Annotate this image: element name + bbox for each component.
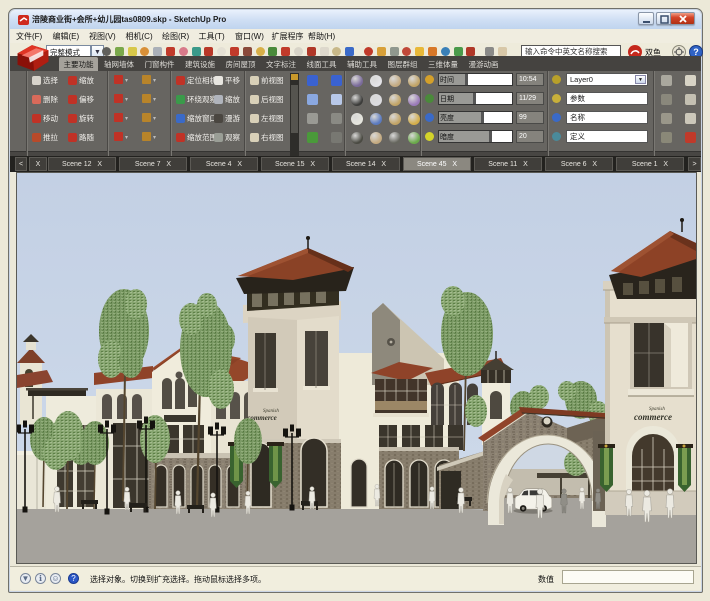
svg-text:commerce: commerce xyxy=(634,412,672,422)
